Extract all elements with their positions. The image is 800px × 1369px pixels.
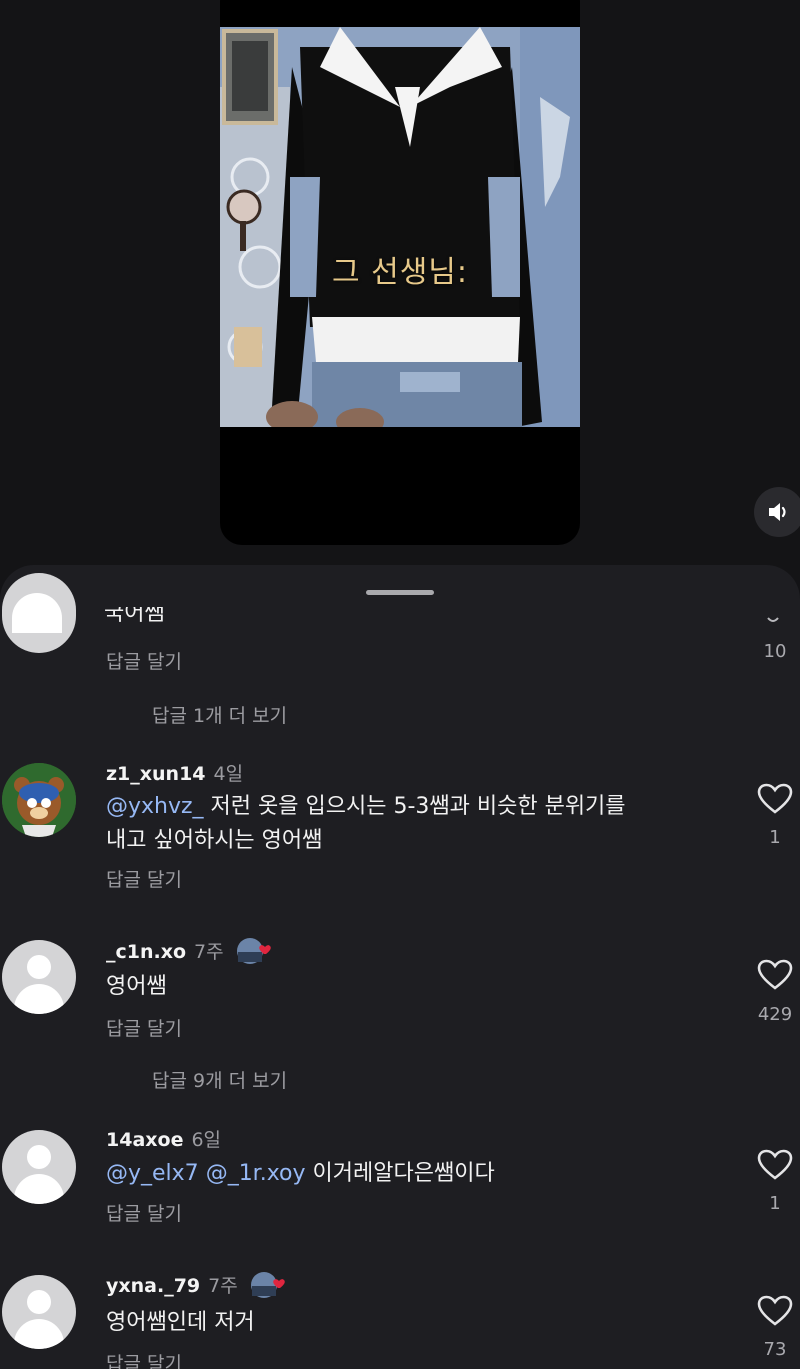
avatar-head <box>27 1145 51 1169</box>
comment-username[interactable]: z1_xun14 4일 <box>106 759 243 786</box>
reply-button[interactable]: 답글 달기 <box>106 1199 182 1226</box>
bear-character-avatar <box>2 763 76 837</box>
mention-link[interactable]: @_1r.xoy <box>206 1161 306 1186</box>
volume-button[interactable] <box>754 487 800 537</box>
comments-sheet: 국어쌤 답글 달기 10 답글 1개 더 보기 z1_xun14 4일 @yxh… <box>0 565 800 1369</box>
comment-text: 영어쌤인데 저거 <box>106 1310 255 1335</box>
username-text[interactable]: yxna._79 <box>106 1275 200 1297</box>
like-count: 1 <box>769 827 781 848</box>
heart-icon[interactable] <box>766 615 780 625</box>
mention-link[interactable]: @yxhvz_ <box>106 794 204 819</box>
reply-button[interactable]: 답글 달기 <box>106 1014 182 1041</box>
avatar[interactable] <box>2 1275 76 1349</box>
heart-icon[interactable] <box>757 783 793 815</box>
avatar-body <box>14 984 64 1014</box>
avatar[interactable] <box>2 940 76 1014</box>
video-caption: 그 선생님: <box>331 255 469 290</box>
clipped-comment: 국어쌤 <box>104 607 184 627</box>
heart-icon[interactable] <box>757 959 793 991</box>
avatar[interactable] <box>2 1130 76 1204</box>
avatar-body <box>14 1174 64 1204</box>
comment-time: 4일 <box>213 763 244 785</box>
comment-text-line: 내고 싶어하시는 영어쌤 <box>106 828 323 853</box>
comment-username[interactable]: _c1n.xo 7주 <box>106 937 280 967</box>
username-text[interactable]: 14axoe <box>106 1129 183 1151</box>
outfit-flatlay-image <box>220 27 580 427</box>
comment-time: 7주 <box>208 1275 238 1297</box>
comment-text: @y_elx7 @_1r.xoy 이거레알다은쌤이다 <box>106 1157 706 1191</box>
comment-time: 6일 <box>191 1129 222 1151</box>
heart-icon[interactable] <box>757 1295 793 1327</box>
reply-button[interactable]: 답글 달기 <box>106 865 182 892</box>
avatar-head <box>27 955 51 979</box>
comment-username[interactable]: 14axoe 6일 <box>106 1125 221 1152</box>
app-root: 그 선생님: 국어쌤 답글 달기 10 답글 1개 더 보기 z1_xun14 … <box>0 0 800 1369</box>
comment-text-line: 저런 옷을 입으시는 5-3쌤과 비슷한 분위기를 <box>203 794 626 819</box>
video-area: 그 선생님: <box>0 0 800 580</box>
profile-emoji-badge <box>251 1271 286 1298</box>
comment-text: @yxhvz_ 저런 옷을 입으시는 5-3쌤과 비슷한 분위기를 내고 싶어하… <box>106 790 706 858</box>
reply-button[interactable]: 답글 달기 <box>106 1349 182 1369</box>
like-count: 10 <box>763 641 787 662</box>
view-more-replies[interactable]: 답글 1개 더 보기 <box>152 701 287 728</box>
comment-text-line: 이거레알다은쌤이다 <box>305 1161 495 1186</box>
avatar[interactable] <box>2 763 76 837</box>
reply-button[interactable]: 답글 달기 <box>106 647 182 674</box>
username-text[interactable]: z1_xun14 <box>106 763 206 785</box>
sheet-drag-handle[interactable] <box>366 590 434 595</box>
like-count: 73 <box>763 1339 787 1360</box>
username-text[interactable]: _c1n.xo <box>106 941 186 963</box>
video-frame-image: 그 선생님: <box>220 27 580 427</box>
view-more-replies[interactable]: 답글 9개 더 보기 <box>152 1066 287 1093</box>
video-player[interactable]: 그 선생님: <box>220 0 580 545</box>
heart-icon[interactable] <box>757 1149 793 1181</box>
avatar-body <box>14 1319 64 1349</box>
mention-link[interactable]: @y_elx7 <box>106 1161 199 1186</box>
avatar-head <box>27 1290 51 1314</box>
like-count: 1 <box>769 1193 781 1214</box>
avatar[interactable] <box>2 573 76 653</box>
like-count: 429 <box>757 1004 793 1025</box>
comment-username[interactable]: yxna._79 7주 <box>106 1271 294 1301</box>
profile-emoji-badge <box>237 937 272 964</box>
comment-time: 7주 <box>194 941 224 963</box>
comment-text: 국어쌤 <box>104 607 165 626</box>
speaker-icon <box>769 503 786 521</box>
comment-text: 영어쌤 <box>106 974 167 999</box>
